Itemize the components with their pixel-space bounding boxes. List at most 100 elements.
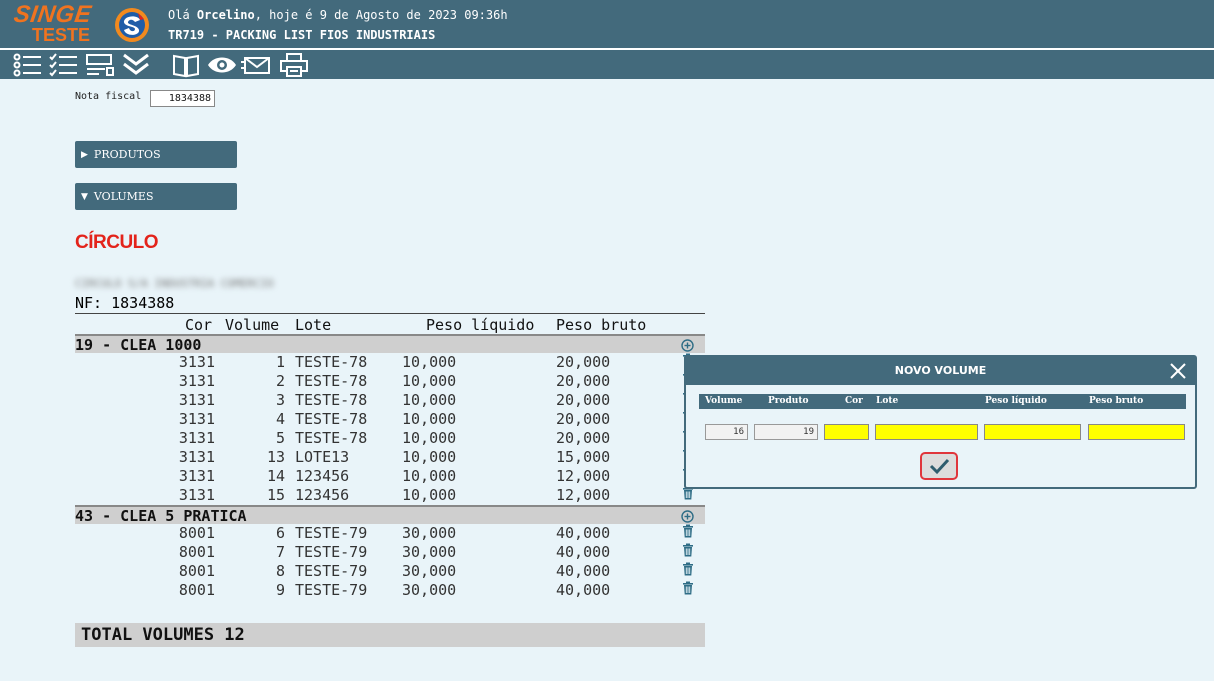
cell-volume: 1 — [275, 353, 285, 371]
volumes-report: Cor Volume Lote Peso líquido Peso bruto … — [75, 313, 705, 600]
cell-cor: 3131 — [178, 486, 215, 504]
cell-peso-bruto: 40,000 — [556, 562, 611, 580]
cell-volume: 9 — [275, 581, 285, 599]
cell-volume: 14 — [266, 467, 285, 485]
cell-lote: LOTE13 — [295, 448, 350, 466]
app-header: SINGE TESTE Olá Orcelino, hoje é 9 de Ag… — [0, 0, 1214, 48]
trash-icon[interactable] — [682, 562, 694, 576]
confirm-button[interactable] — [920, 452, 958, 480]
produto-input[interactable] — [754, 424, 818, 440]
greeting-date: , hoje é 9 de Agosto de 2023 09:36h — [254, 8, 508, 22]
app-emblem-icon — [115, 8, 149, 42]
cell-cor: 3131 — [178, 391, 215, 409]
volume-input[interactable] — [705, 424, 748, 440]
trash-icon[interactable] — [682, 543, 694, 557]
cell-cor: 8001 — [178, 562, 215, 580]
peso-liquido-input[interactable] — [984, 424, 1081, 440]
cell-peso-bruto: 40,000 — [556, 524, 611, 542]
cell-volume: 4 — [275, 410, 285, 428]
triangle-right-icon: ▶ — [81, 149, 88, 160]
close-icon[interactable] — [1169, 362, 1187, 380]
cell-lote: TESTE-78 — [295, 353, 368, 371]
cell-volume: 5 — [275, 429, 285, 447]
group-name: 19 - CLEA 1000 — [75, 336, 202, 354]
dialog-col-lote: Lote — [876, 396, 899, 406]
table-row: 8001 7 TESTE-79 30,000 40,000 — [75, 543, 705, 562]
cell-peso-bruto: 12,000 — [556, 467, 611, 485]
cell-volume: 15 — [266, 486, 285, 504]
toolbar — [0, 50, 1214, 79]
cell-lote: TESTE-78 — [295, 429, 368, 447]
cell-volume: 2 — [275, 372, 285, 390]
mail-icon[interactable] — [241, 52, 271, 78]
cell-volume: 3 — [275, 391, 285, 409]
cell-peso-liquido: 10,000 — [402, 429, 457, 447]
list-icon[interactable] — [13, 52, 43, 78]
nota-fiscal-input[interactable] — [150, 90, 215, 107]
section-produtos-button[interactable]: ▶ PRODUTOS — [75, 141, 237, 168]
greeting-text: Olá Orcelino, hoje é 9 de Agosto de 2023… — [168, 8, 508, 22]
cell-peso-liquido: 10,000 — [402, 486, 457, 504]
col-volume: Volume — [225, 316, 280, 334]
report-header-row: Cor Volume Lote Peso líquido Peso bruto — [75, 313, 705, 334]
dialog-col-produto: Produto — [768, 396, 809, 406]
group-name: 43 - CLEA 5 PRATICA — [75, 507, 247, 525]
table-row: 3131 2 TESTE-78 10,000 20,000 — [75, 372, 705, 391]
trash-icon[interactable] — [682, 524, 694, 538]
table-row: 3131 3 TESTE-78 10,000 20,000 — [75, 391, 705, 410]
cell-volume: 7 — [275, 543, 285, 561]
cell-volume: 6 — [275, 524, 285, 542]
cell-lote: TESTE-79 — [295, 543, 368, 561]
table-row: 3131 15 123456 10,000 12,000 — [75, 486, 705, 505]
greeting-prefix: Olá — [168, 8, 197, 22]
triangle-down-icon: ▼ — [81, 191, 88, 202]
cell-peso-liquido: 10,000 — [402, 467, 457, 485]
cell-volume: 8 — [275, 562, 285, 580]
add-volume-icon[interactable] — [681, 509, 694, 523]
cell-peso-liquido: 30,000 — [402, 562, 457, 580]
brand-logo: CÍRCULO — [75, 232, 159, 253]
trash-icon[interactable] — [682, 581, 694, 595]
col-peso-liquido: Peso líquido — [426, 316, 535, 334]
dialog-col-volume: Volume — [705, 396, 743, 406]
section-volumes-button[interactable]: ▼ VOLUMES — [75, 183, 237, 210]
cell-cor: 3131 — [178, 410, 215, 428]
col-cor: Cor — [185, 316, 213, 334]
checklist-icon[interactable] — [49, 52, 79, 78]
cell-cor: 3131 — [178, 372, 215, 390]
table-row: 3131 14 123456 10,000 12,000 — [75, 467, 705, 486]
cell-cor: 3131 — [178, 448, 215, 466]
nota-fiscal-label: Nota fiscal — [75, 91, 142, 102]
cell-peso-bruto: 40,000 — [556, 581, 611, 599]
cell-volume: 13 — [266, 448, 285, 466]
form-icon[interactable] — [85, 52, 115, 78]
peso-bruto-input[interactable] — [1088, 424, 1185, 440]
group-row: 43 - CLEA 5 PRATICA — [75, 505, 705, 525]
cell-cor: 3131 — [178, 429, 215, 447]
double-chevron-down-icon[interactable] — [121, 52, 151, 78]
cell-cor: 8001 — [178, 524, 215, 542]
checkmark-icon — [929, 458, 950, 475]
cell-cor: 3131 — [178, 353, 215, 371]
cor-input[interactable] — [824, 424, 869, 440]
screen-title: TR719 - PACKING LIST FIOS INDUSTRIAIS — [168, 28, 436, 42]
table-row: 3131 5 TESTE-78 10,000 20,000 — [75, 429, 705, 448]
lote-input[interactable] — [875, 424, 978, 440]
cell-lote: TESTE-79 — [295, 524, 368, 542]
cell-peso-liquido: 10,000 — [402, 391, 457, 409]
cell-peso-bruto: 20,000 — [556, 391, 611, 409]
logo-teste: TESTE — [32, 25, 91, 45]
cell-peso-bruto: 20,000 — [556, 410, 611, 428]
cell-lote: TESTE-78 — [295, 372, 368, 390]
cell-peso-liquido: 30,000 — [402, 524, 457, 542]
printer-icon[interactable] — [279, 52, 309, 78]
add-volume-icon[interactable] — [681, 338, 694, 352]
book-icon[interactable] — [171, 52, 201, 78]
col-peso-bruto: Peso bruto — [556, 316, 647, 334]
logo-singe: SINGE — [12, 1, 94, 28]
eye-icon[interactable] — [207, 52, 237, 78]
cell-lote: 123456 — [295, 467, 350, 485]
cell-peso-bruto: 20,000 — [556, 353, 611, 371]
cell-lote: TESTE-79 — [295, 562, 368, 580]
table-row: 8001 9 TESTE-79 30,000 40,000 — [75, 581, 705, 600]
